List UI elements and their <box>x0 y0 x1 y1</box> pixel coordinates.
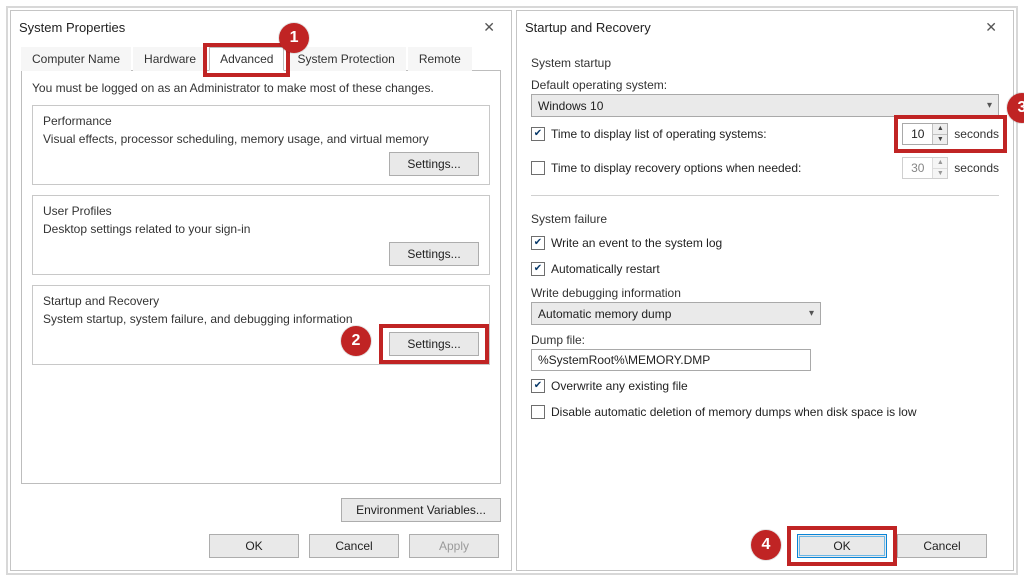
tab-remote[interactable]: Remote <box>408 47 472 71</box>
tabs: Computer Name Hardware Advanced System P… <box>21 46 501 71</box>
dump-file-field[interactable]: %SystemRoot%\MEMORY.DMP <box>531 349 811 371</box>
overwrite-checkbox[interactable] <box>531 379 545 393</box>
startup-recovery-window: Startup and Recovery ✕ System startup De… <box>516 10 1014 571</box>
auto-restart-label: Automatically restart <box>551 262 999 276</box>
window-title: System Properties <box>19 20 475 35</box>
tab-advanced[interactable]: Advanced <box>209 47 284 71</box>
overwrite-label: Overwrite any existing file <box>551 379 999 393</box>
group-user-profiles: User Profiles Desktop settings related t… <box>32 195 490 275</box>
system-failure-heading: System failure <box>531 212 999 226</box>
titlebar-right: Startup and Recovery ✕ <box>517 11 1013 42</box>
tab-hardware[interactable]: Hardware <box>133 47 207 71</box>
write-event-checkbox[interactable] <box>531 236 545 250</box>
system-properties-window: System Properties ✕ Computer Name Hardwa… <box>10 10 512 571</box>
time-recovery-checkbox[interactable] <box>531 161 545 175</box>
write-event-label: Write an event to the system log <box>551 236 999 250</box>
auto-restart-checkbox[interactable] <box>531 262 545 276</box>
close-icon[interactable]: ✕ <box>977 17 1005 38</box>
dump-file-value: %SystemRoot%\MEMORY.DMP <box>538 353 710 367</box>
dump-file-label: Dump file: <box>531 333 999 347</box>
group-legend: User Profiles <box>43 204 479 218</box>
spinner-down-icon[interactable]: ▼ <box>933 169 947 179</box>
system-startup-heading: System startup <box>531 56 999 70</box>
default-os-combo[interactable]: Windows 10 ▾ <box>531 94 999 117</box>
time-recovery-spinner[interactable]: 30 ▲▼ <box>902 157 948 179</box>
tab-system-protection[interactable]: System Protection <box>286 47 405 71</box>
time-recovery-label: Time to display recovery options when ne… <box>551 161 801 175</box>
dialog-buttons-left: OK Cancel Apply <box>11 526 511 570</box>
spinner-up-icon[interactable]: ▲ <box>933 124 947 135</box>
divider <box>531 195 999 196</box>
close-icon[interactable]: ✕ <box>475 17 503 38</box>
group-legend: Performance <box>43 114 479 128</box>
advanced-panel: You must be logged on as an Administrato… <box>21 71 501 484</box>
dialog-buttons-right: OK Cancel <box>517 526 1013 570</box>
group-startup-recovery: Startup and Recovery System startup, sys… <box>32 285 490 365</box>
titlebar-left: System Properties ✕ <box>11 11 511 42</box>
spinner-down-icon[interactable]: ▼ <box>933 135 947 145</box>
cancel-button[interactable]: Cancel <box>309 534 399 558</box>
time-os-list-checkbox[interactable] <box>531 127 545 141</box>
startup-recovery-settings-button[interactable]: Settings... <box>389 332 479 356</box>
time-os-list-value: 10 <box>903 124 933 144</box>
tab-computer-name[interactable]: Computer Name <box>21 47 131 71</box>
ok-button[interactable]: OK <box>797 534 887 558</box>
apply-button[interactable]: Apply <box>409 534 499 558</box>
ok-button[interactable]: OK <box>209 534 299 558</box>
window-title: Startup and Recovery <box>525 20 977 35</box>
admin-notice: You must be logged on as an Administrato… <box>32 81 490 95</box>
cancel-button[interactable]: Cancel <box>897 534 987 558</box>
time-os-list-unit: seconds <box>954 127 999 141</box>
time-os-list-spinner[interactable]: 10 ▲▼ <box>902 123 948 145</box>
group-desc: Desktop settings related to your sign-in <box>43 222 479 236</box>
group-legend: Startup and Recovery <box>43 294 479 308</box>
startup-recovery-body: System startup Default operating system:… <box>517 42 1013 526</box>
user-profiles-settings-button[interactable]: Settings... <box>389 242 479 266</box>
chevron-down-icon: ▾ <box>987 100 992 111</box>
default-os-value: Windows 10 <box>538 99 603 113</box>
write-debug-label: Write debugging information <box>531 286 999 300</box>
debug-info-combo[interactable]: Automatic memory dump ▾ <box>531 302 821 325</box>
performance-settings-button[interactable]: Settings... <box>389 152 479 176</box>
time-recovery-value: 30 <box>903 158 933 178</box>
group-desc: System startup, system failure, and debu… <box>43 312 479 326</box>
time-os-list-label: Time to display list of operating system… <box>551 127 767 141</box>
disable-deletion-label: Disable automatic deletion of memory dum… <box>551 405 999 419</box>
group-desc: Visual effects, processor scheduling, me… <box>43 132 479 146</box>
spinner-up-icon[interactable]: ▲ <box>933 158 947 169</box>
time-recovery-unit: seconds <box>954 161 999 175</box>
default-os-label: Default operating system: <box>531 78 999 92</box>
debug-info-value: Automatic memory dump <box>538 307 671 321</box>
chevron-down-icon: ▾ <box>809 308 814 319</box>
environment-variables-button[interactable]: Environment Variables... <box>341 498 501 522</box>
disable-deletion-checkbox[interactable] <box>531 405 545 419</box>
group-performance: Performance Visual effects, processor sc… <box>32 105 490 185</box>
